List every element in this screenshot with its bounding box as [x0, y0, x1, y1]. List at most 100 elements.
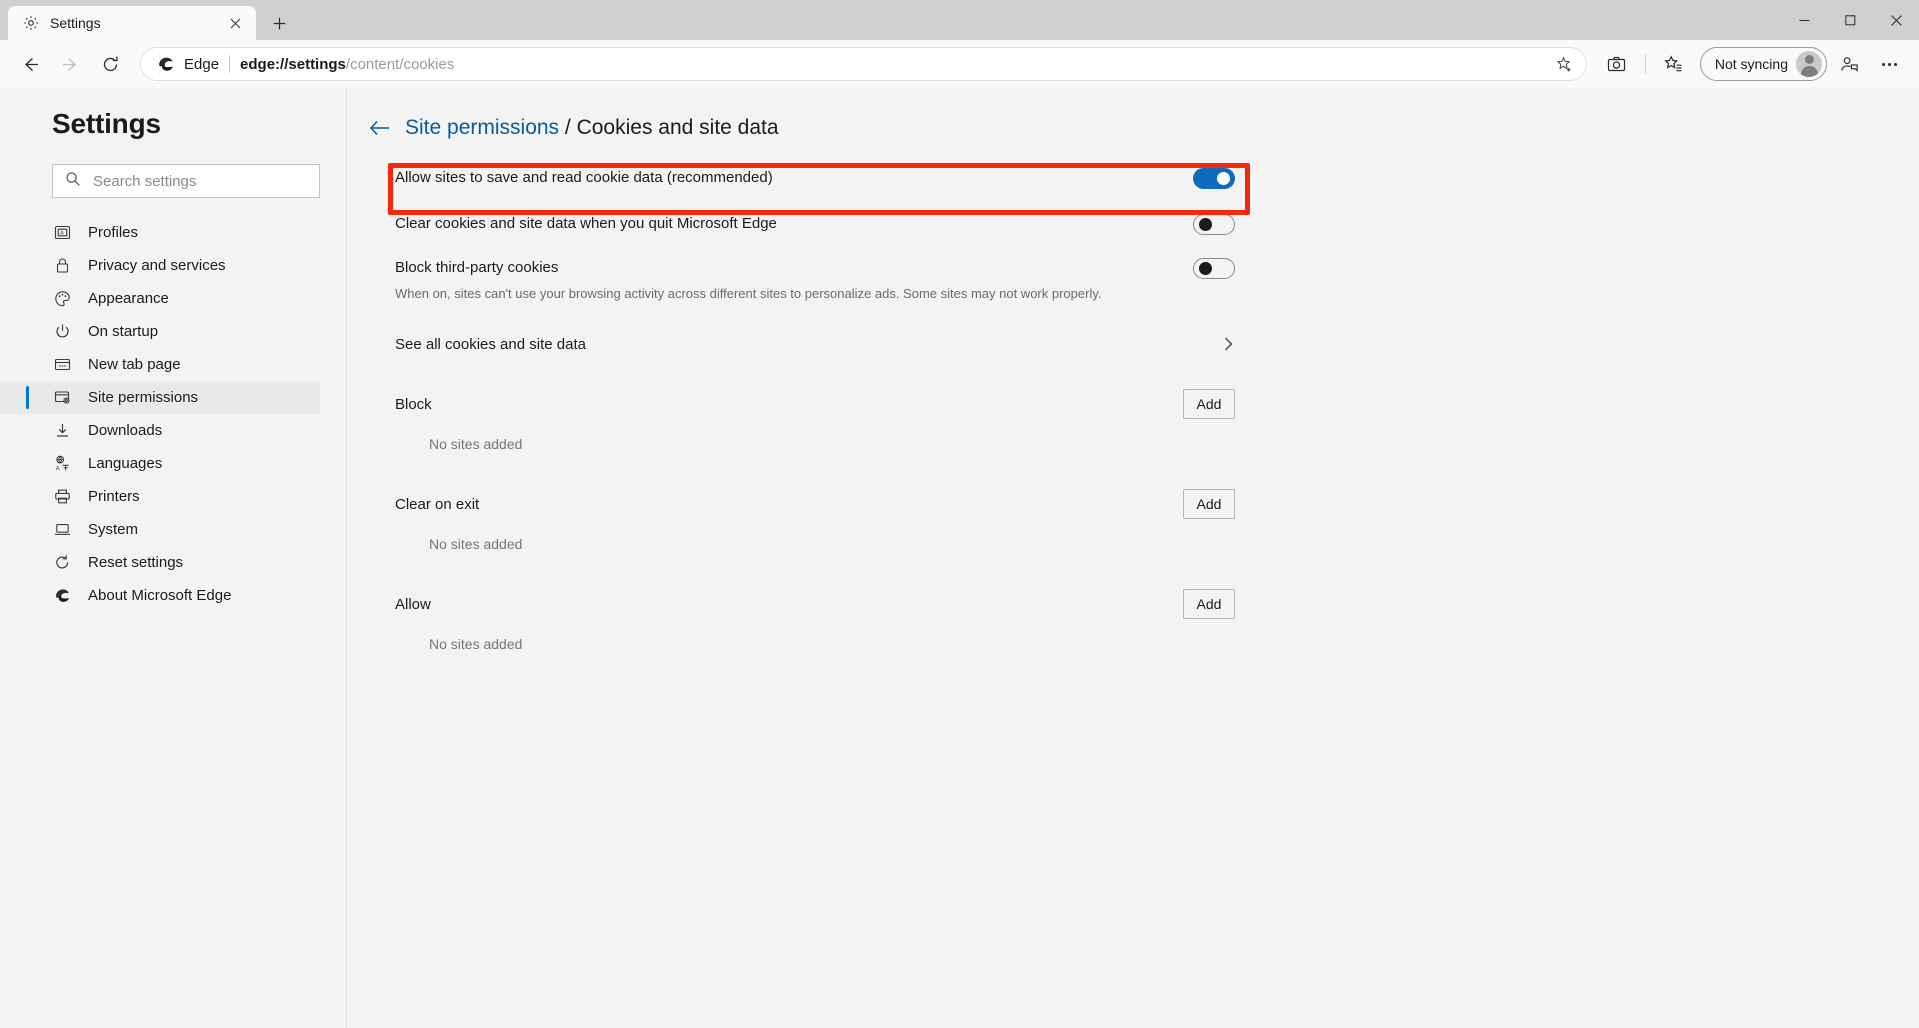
- setting-description: When on, sites can't use your browsing a…: [395, 286, 1101, 301]
- collections-icon[interactable]: [1656, 46, 1692, 82]
- profile-button[interactable]: Not syncing: [1700, 47, 1827, 81]
- sidebar-item-about-microsoft-edge[interactable]: About Microsoft Edge: [0, 579, 320, 612]
- setting-text-block: Clear cookies and site data when you qui…: [395, 206, 777, 232]
- section-header: Allow Add: [395, 584, 1247, 624]
- search-settings-box[interactable]: [52, 164, 320, 198]
- url-text: edge://settings/content/cookies: [240, 56, 1540, 73]
- sidebar-item-system[interactable]: System: [0, 513, 320, 546]
- chevron-right-icon: [1221, 336, 1235, 352]
- section-empty-note: No sites added: [395, 424, 1247, 452]
- see-all-cookies-label: See all cookies and site data: [395, 336, 586, 353]
- close-tab-icon[interactable]: [222, 10, 248, 36]
- section-title: Clear on exit: [395, 496, 479, 513]
- profiles-icon: A: [52, 223, 72, 243]
- toggle-block-third-party[interactable]: [1193, 258, 1235, 279]
- lock-icon: [52, 256, 72, 276]
- sidebar-nav: A Profiles Privacy and services: [0, 216, 346, 612]
- profile-sync-status: Not syncing: [1715, 56, 1788, 72]
- section-empty-note: No sites added: [395, 624, 1247, 652]
- toggle-knob: [1199, 218, 1212, 231]
- more-ellipsis-icon[interactable]: [1871, 46, 1907, 82]
- page-title: Settings: [0, 108, 346, 140]
- add-clear-on-exit-button[interactable]: Add: [1183, 489, 1235, 519]
- setting-row-clear-on-quit[interactable]: Clear cookies and site data when you qui…: [395, 206, 1247, 250]
- setting-label: Block third-party cookies: [395, 259, 1101, 276]
- sidebar-item-label: Printers: [88, 488, 140, 505]
- browser-toolbar: Edge edge://settings/content/cookies Not…: [0, 40, 1919, 88]
- section-header: Block Add: [395, 384, 1247, 424]
- system-icon: [52, 520, 72, 540]
- sidebar-item-languages[interactable]: A Languages: [0, 447, 320, 480]
- power-icon: [52, 322, 72, 342]
- sidebar-item-label: About Microsoft Edge: [88, 587, 231, 604]
- settings-content: Allow sites to save and read cookie data…: [347, 160, 1247, 652]
- add-allow-button[interactable]: Add: [1183, 589, 1235, 619]
- sidebar-item-printers[interactable]: Printers: [0, 480, 320, 513]
- palette-icon: [52, 289, 72, 309]
- setting-label: Allow sites to save and read cookie data…: [395, 169, 773, 186]
- breadcrumb-parent-link[interactable]: Site permissions: [405, 116, 559, 139]
- settings-main: Site permissions / Cookies and site data…: [347, 88, 1919, 1028]
- omnibox-divider: [229, 55, 230, 73]
- sidebar-item-profiles[interactable]: A Profiles: [0, 216, 320, 249]
- sidebar-item-label: Languages: [88, 455, 162, 472]
- sidebar-item-appearance[interactable]: Appearance: [0, 282, 320, 315]
- setting-row-allow-cookies[interactable]: Allow sites to save and read cookie data…: [395, 160, 1247, 206]
- browser-tab-settings[interactable]: Settings: [8, 6, 256, 40]
- sidebar-item-label: Site permissions: [88, 389, 198, 406]
- address-bar[interactable]: Edge edge://settings/content/cookies: [140, 47, 1587, 81]
- svg-text:A: A: [55, 467, 59, 472]
- maximize-window-button[interactable]: [1827, 0, 1873, 40]
- sidebar-item-on-startup[interactable]: On startup: [0, 315, 320, 348]
- languages-icon: A: [52, 454, 72, 474]
- star-add-icon[interactable]: [1550, 49, 1580, 79]
- section-block: Block Add No sites added: [395, 384, 1247, 452]
- gear-icon: [22, 14, 40, 32]
- download-icon: [52, 421, 72, 441]
- toggle-knob: [1217, 172, 1230, 185]
- minimize-window-button[interactable]: [1781, 0, 1827, 40]
- sidebar-item-downloads[interactable]: Downloads: [0, 414, 320, 447]
- breadcrumb-separator: /: [559, 116, 577, 139]
- close-window-button[interactable]: [1873, 0, 1919, 40]
- search-icon: [65, 171, 81, 192]
- sidebar-item-reset-settings[interactable]: Reset settings: [0, 546, 320, 579]
- sidebar-item-label: Profiles: [88, 224, 138, 241]
- newtab-icon: [52, 355, 72, 375]
- settings-sidebar: Settings A Profiles: [0, 88, 347, 1028]
- edge-brand: Edge: [157, 55, 219, 73]
- svg-text:A: A: [60, 231, 64, 237]
- setting-row-block-third-party[interactable]: Block third-party cookies When on, sites…: [395, 250, 1247, 312]
- new-tab-button[interactable]: [262, 8, 296, 38]
- toggle-allow-cookies[interactable]: [1193, 168, 1235, 189]
- sidebar-item-label: New tab page: [88, 356, 181, 373]
- printer-icon: [52, 487, 72, 507]
- toggle-clear-on-quit[interactable]: [1193, 214, 1235, 235]
- see-all-cookies-row[interactable]: See all cookies and site data: [395, 320, 1247, 368]
- sidebar-item-label: System: [88, 521, 138, 538]
- refresh-button[interactable]: [92, 46, 128, 82]
- section-title: Allow: [395, 596, 431, 613]
- setting-text-block: Allow sites to save and read cookie data…: [395, 160, 773, 186]
- tab-title: Settings: [50, 15, 212, 31]
- add-block-button[interactable]: Add: [1183, 389, 1235, 419]
- sidebar-item-privacy-and-services[interactable]: Privacy and services: [0, 249, 320, 282]
- section-allow: Allow Add No sites added: [395, 584, 1247, 652]
- toggle-knob: [1199, 262, 1212, 275]
- window-controls: [1781, 0, 1919, 40]
- back-button[interactable]: [12, 46, 48, 82]
- web-capture-icon[interactable]: [1599, 46, 1635, 82]
- arrow-left-icon[interactable]: [369, 119, 391, 137]
- sidebar-item-new-tab-page[interactable]: New tab page: [0, 348, 320, 381]
- sidebar-item-label: Downloads: [88, 422, 162, 439]
- url-rest: /content/cookies: [346, 56, 454, 73]
- search-input[interactable]: [93, 173, 307, 190]
- edge-logo-icon: [52, 586, 72, 606]
- tab-strip: Settings: [0, 0, 1919, 40]
- add-profile-icon[interactable]: [1831, 46, 1867, 82]
- sidebar-item-label: Reset settings: [88, 554, 183, 571]
- toolbar-divider: [1645, 54, 1646, 74]
- forward-button[interactable]: [52, 46, 88, 82]
- url-bold: edge://settings: [240, 56, 346, 73]
- sidebar-item-site-permissions[interactable]: Site permissions: [0, 381, 320, 414]
